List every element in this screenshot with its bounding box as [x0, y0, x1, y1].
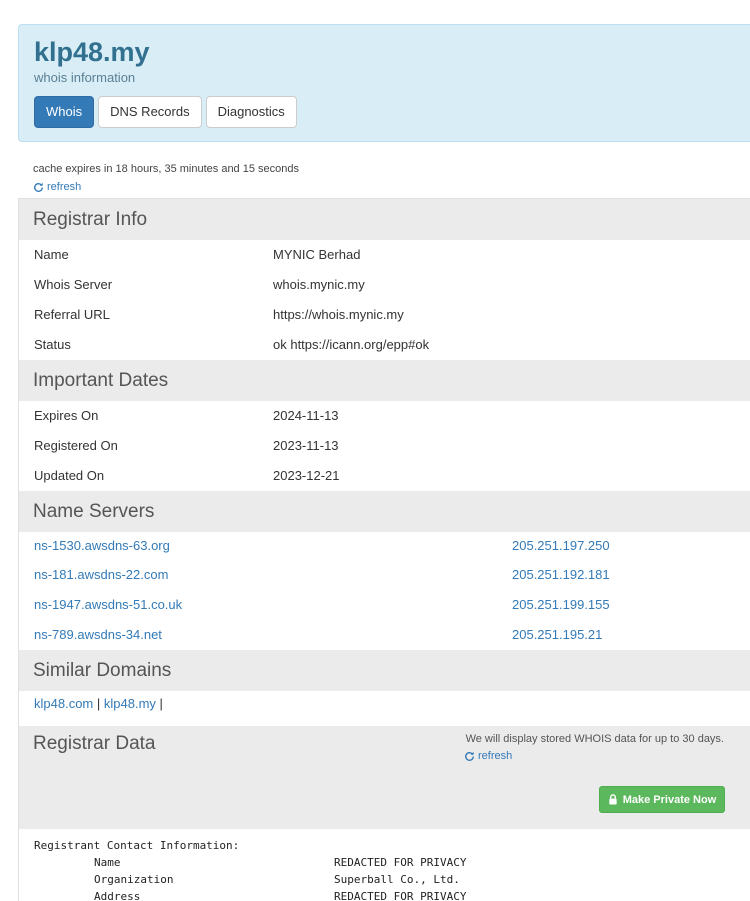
section-registrar-info: Registrar Info	[19, 199, 750, 240]
name-server-row: ns-1530.awsdns-63.org 205.251.197.250	[19, 531, 750, 561]
info-row: Status ok https://icann.org/epp#ok	[19, 330, 750, 360]
date-row: Registered On 2023-11-13	[19, 431, 750, 461]
section-registrar-data: Registrar Data	[33, 733, 156, 754]
whois-details-panel: Registrar Info Name MYNIC Berhad Whois S…	[18, 198, 750, 901]
info-value: MYNIC Berhad	[273, 247, 361, 262]
name-server-ip-link[interactable]: 205.251.197.250	[512, 531, 610, 561]
stored-data-note: We will display stored WHOIS data for up…	[465, 733, 724, 745]
page-title: klp48.my	[34, 37, 150, 67]
date-key: Updated On	[34, 468, 105, 483]
date-value: 2024-11-13	[273, 408, 339, 423]
name-server-link[interactable]: ns-1530.awsdns-63.org	[34, 531, 170, 561]
info-row: Referral URL https://whois.mynic.my	[19, 300, 750, 330]
info-value: whois.mynic.my	[273, 277, 365, 292]
info-row: Name MYNIC Berhad	[19, 240, 750, 270]
registrar-data-refresh-link[interactable]: refresh	[464, 750, 512, 762]
similar-domains-list: klp48.com | klp48.my |	[34, 696, 163, 711]
info-key: Status	[34, 337, 71, 352]
date-key: Expires On	[34, 408, 99, 423]
info-value: https://whois.mynic.my	[273, 307, 404, 322]
tab-dns-records[interactable]: DNS Records	[98, 96, 202, 128]
raw-key: Name	[94, 856, 121, 869]
similar-domain-link[interactable]: klp48.my	[104, 696, 156, 711]
separator: |	[96, 696, 101, 711]
cache-expiry-text: cache expires in 18 hours, 35 minutes an…	[33, 163, 299, 175]
raw-key: Address	[94, 890, 141, 901]
section-name-servers: Name Servers	[19, 491, 750, 532]
tab-diagnostics[interactable]: Diagnostics	[205, 96, 297, 128]
refresh-icon	[465, 751, 474, 761]
date-row: Expires On 2024-11-13	[19, 401, 750, 431]
refresh-label: refresh	[47, 181, 82, 193]
similar-domain-link[interactable]: klp48.com	[34, 696, 93, 711]
name-server-link[interactable]: ns-181.awsdns-22.com	[34, 560, 168, 590]
name-server-row: ns-1947.awsdns-51.co.uk 205.251.199.155	[19, 590, 750, 620]
name-server-ip-link[interactable]: 205.251.195.21	[512, 620, 602, 650]
name-server-link[interactable]: ns-1947.awsdns-51.co.uk	[34, 590, 182, 620]
raw-row: Address REDACTED FOR PRIVACY	[34, 888, 466, 901]
refresh-label: refresh	[478, 750, 513, 762]
info-key: Referral URL	[34, 307, 110, 322]
domain-header-panel: klp48.my whois information Whois DNS Rec…	[18, 24, 750, 142]
raw-row: Name REDACTED FOR PRIVACY	[34, 854, 466, 871]
raw-row: Organization Superball Co., Ltd.	[34, 871, 460, 888]
name-server-ip-link[interactable]: 205.251.192.181	[512, 560, 610, 590]
info-row: Whois Server whois.mynic.my	[19, 270, 750, 300]
tab-whois[interactable]: Whois	[34, 96, 95, 128]
info-key: Name	[34, 247, 69, 262]
make-private-button[interactable]: Make Private Now	[599, 786, 725, 813]
raw-whois-text: Registrant Contact Information: Name RED…	[34, 837, 466, 901]
date-value: 2023-11-13	[273, 438, 339, 453]
raw-heading: Registrant Contact Information:	[34, 839, 240, 852]
name-server-row: ns-181.awsdns-22.com 205.251.192.181	[19, 560, 750, 590]
cache-refresh-link[interactable]: refresh	[33, 181, 81, 193]
raw-value: REDACTED FOR PRIVACY	[334, 890, 467, 901]
info-key: Whois Server	[34, 277, 113, 292]
separator: |	[159, 696, 163, 711]
raw-value: Superball Co., Ltd.	[334, 873, 460, 886]
date-row: Updated On 2023-12-21	[19, 461, 750, 491]
section-important-dates: Important Dates	[19, 360, 750, 401]
make-private-label: Make Private Now	[622, 793, 717, 806]
date-key: Registered On	[34, 438, 118, 453]
date-value: 2023-12-21	[273, 468, 340, 483]
page-subtitle: whois information	[34, 70, 136, 85]
refresh-icon	[34, 182, 43, 192]
tab-bar: Whois DNS Records Diagnostics	[34, 96, 297, 128]
name-server-ip-link[interactable]: 205.251.199.155	[512, 590, 610, 620]
registrar-data-header: Registrar Data We will display stored WH…	[19, 726, 750, 829]
section-similar-domains: Similar Domains	[19, 650, 750, 691]
name-server-link[interactable]: ns-789.awsdns-34.net	[34, 620, 162, 650]
info-value: ok https://icann.org/epp#ok	[273, 337, 430, 352]
raw-key: Organization	[94, 873, 174, 886]
lock-icon	[609, 794, 617, 805]
name-server-row: ns-789.awsdns-34.net 205.251.195.21	[19, 620, 750, 650]
raw-value: REDACTED FOR PRIVACY	[334, 856, 467, 869]
